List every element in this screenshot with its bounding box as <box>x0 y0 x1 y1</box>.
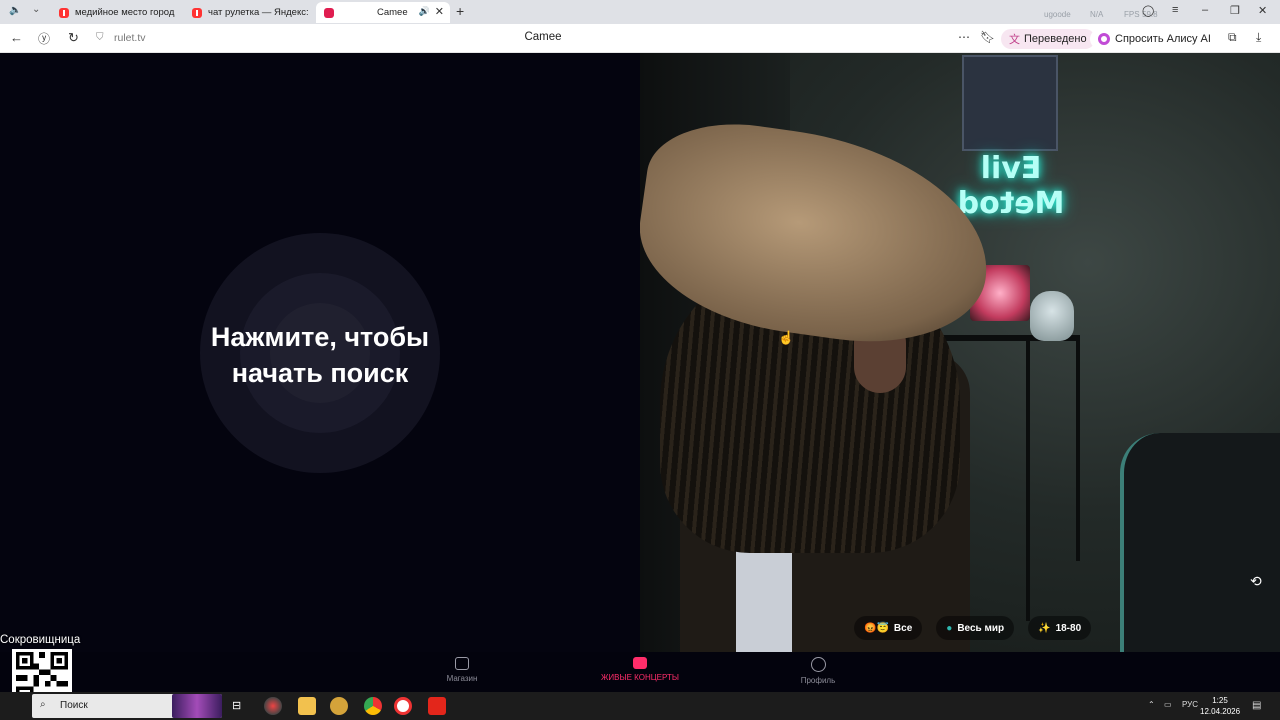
partner-video: Evil Metod ⟲ 😡😇 Все ● Весь мир ✨ 18-80 <box>640 53 1280 652</box>
chair <box>1120 433 1280 652</box>
filter-bar: 😡😇 Все ● Весь мир ✨ 18-80 <box>854 616 1092 640</box>
tab-title: чат рулетка — Яндекс: на <box>208 7 308 18</box>
yandex-browser-icon[interactable] <box>394 697 412 715</box>
neon-sign: Evil Metod <box>926 151 1096 221</box>
cta-line: начать поиск <box>231 358 409 388</box>
app-icon-1[interactable] <box>264 697 282 715</box>
nav-label: Профиль <box>800 676 836 685</box>
chip-label: 18-80 <box>1055 622 1082 634</box>
speaker-icon[interactable]: 🔈 <box>9 5 21 16</box>
start-search-prompt[interactable]: Нажмите, чтобы начать поиск <box>150 319 490 391</box>
shelf-leg <box>1076 341 1080 561</box>
lang-indicator[interactable]: РУС <box>1182 700 1198 709</box>
chevron-up-icon[interactable]: ⌃ <box>1148 700 1155 709</box>
nav-shop[interactable]: Магазин <box>402 657 522 683</box>
chrome-icon[interactable] <box>364 697 382 715</box>
collections-icon[interactable]: ⧉ <box>1228 30 1237 45</box>
alice-icon <box>1098 33 1110 45</box>
notifications-icon[interactable]: ▤ <box>1252 700 1261 711</box>
new-tab-button[interactable]: + <box>456 3 464 19</box>
downloads-icon[interactable]: ⤓ <box>1256 30 1261 45</box>
taskbar: ⌕ Поиск ⊟ ⌃ ▭ РУС 1:25 12.04.2026 ▤ <box>0 692 1280 720</box>
tab-strip: 🔈 ⌄ медийное место город бр чат рулетка … <box>0 0 1280 24</box>
network-icon[interactable]: ▭ <box>1164 700 1172 709</box>
sparkle-icon: ✨ <box>1038 622 1051 634</box>
concert-icon <box>633 657 647 669</box>
bag-icon <box>455 657 469 670</box>
chevron-down-icon[interactable]: ⌄ <box>32 4 40 15</box>
faint-overlay-text: N/A <box>1090 10 1104 19</box>
tab-yandex-media[interactable]: медийное место город бр <box>55 2 177 23</box>
nav-label: ЖИВЫЕ КОНЦЕРТЫ <box>601 673 679 682</box>
faint-overlay-text: ugoode <box>1044 10 1071 19</box>
shelf-leg <box>1026 341 1030 621</box>
search-panel[interactable]: Нажмите, чтобы начать поиск <box>0 53 640 652</box>
bottom-nav: Магазин ЖИВЫЕ КОНЦЕРТЫ Профиль <box>0 652 1280 692</box>
globe-icon: ● <box>946 622 953 634</box>
neon-sign-text: Evil Metod <box>957 151 1065 221</box>
switch-camera-icon[interactable]: ⟲ <box>1250 573 1262 590</box>
translate-icon: 文 <box>1009 34 1020 46</box>
mood-filter-chip[interactable]: 😡😇 Все <box>854 616 923 640</box>
restore-icon[interactable]: ❐ <box>1230 4 1240 17</box>
treasure-label: Сокровищница <box>0 634 81 646</box>
search-placeholder: Поиск <box>60 700 88 711</box>
translated-button[interactable]: 文 Переведено <box>1001 29 1095 49</box>
rulet-favicon-icon <box>324 7 334 18</box>
yandex-favicon-icon <box>192 7 202 18</box>
nav-live-concerts[interactable]: ЖИВЫЕ КОНЦЕРТЫ <box>580 657 700 682</box>
time: 1:25 <box>1212 696 1228 705</box>
skull-figure <box>1030 291 1074 341</box>
user-icon <box>810 657 826 672</box>
wall-poster <box>962 55 1058 151</box>
emoji-faces-icon: 😡😇 <box>864 622 889 634</box>
taskbar-search[interactable]: ⌕ Поиск <box>32 694 222 718</box>
close-window-icon[interactable]: ✕ <box>1258 4 1267 17</box>
tab-yandex-search[interactable]: чат рулетка — Яндекс: на <box>188 2 308 23</box>
cta-line: Нажмите, чтобы <box>210 322 430 352</box>
file-explorer-icon[interactable] <box>298 697 316 715</box>
task-view-icon[interactable]: ⊟ <box>232 699 241 712</box>
tab-camee[interactable]: Camee 🔊 ✕ <box>316 2 450 23</box>
minimize-icon[interactable]: – <box>1202 4 1208 16</box>
date: 12.04.2026 <box>1200 707 1241 716</box>
address-bar: ← ⓨ ↻ ⛉ rulet.tv Camee ⋯ 🔖︎ 文 Переведено… <box>0 24 1280 53</box>
ask-alice-button[interactable]: Спросить Алису AI <box>1090 29 1219 49</box>
tab-title: Camee <box>377 7 408 18</box>
more-icon[interactable]: ⋯ <box>958 30 970 44</box>
app-icon-b[interactable] <box>428 697 446 715</box>
profile-icon[interactable]: ◯ <box>1142 4 1154 17</box>
region-filter-chip[interactable]: ● Весь мир <box>936 616 1015 640</box>
tab-audio-icon[interactable]: 🔊 <box>419 6 430 17</box>
chip-label: Все <box>893 622 913 634</box>
age-filter-chip[interactable]: ✨ 18-80 <box>1028 616 1092 640</box>
taskbar-clock[interactable]: 1:25 12.04.2026 <box>1200 695 1240 717</box>
yandex-favicon-icon <box>59 7 69 18</box>
nav-label: Магазин <box>446 674 478 683</box>
menu-icon[interactable]: ≡ <box>1172 4 1178 16</box>
game-icon[interactable] <box>330 697 348 715</box>
faint-overlay-text: FPS <box>1124 10 1140 19</box>
close-icon[interactable]: ✕ <box>435 5 444 18</box>
chip-label: Весь мир <box>957 622 1005 634</box>
nav-profile[interactable]: Профиль <box>758 657 878 685</box>
mouse-cursor: ☝ <box>778 330 795 345</box>
tab-title: медийное место город бр <box>75 7 177 18</box>
alice-label: Спросить Алису AI <box>1115 33 1211 45</box>
translated-label: Переведено <box>1024 33 1087 45</box>
search-icon: ⌕ <box>40 699 46 710</box>
page-title: Camee <box>524 31 562 43</box>
bookmark-icon[interactable]: 🔖︎ <box>980 30 995 44</box>
search-highlight-image <box>172 694 222 718</box>
